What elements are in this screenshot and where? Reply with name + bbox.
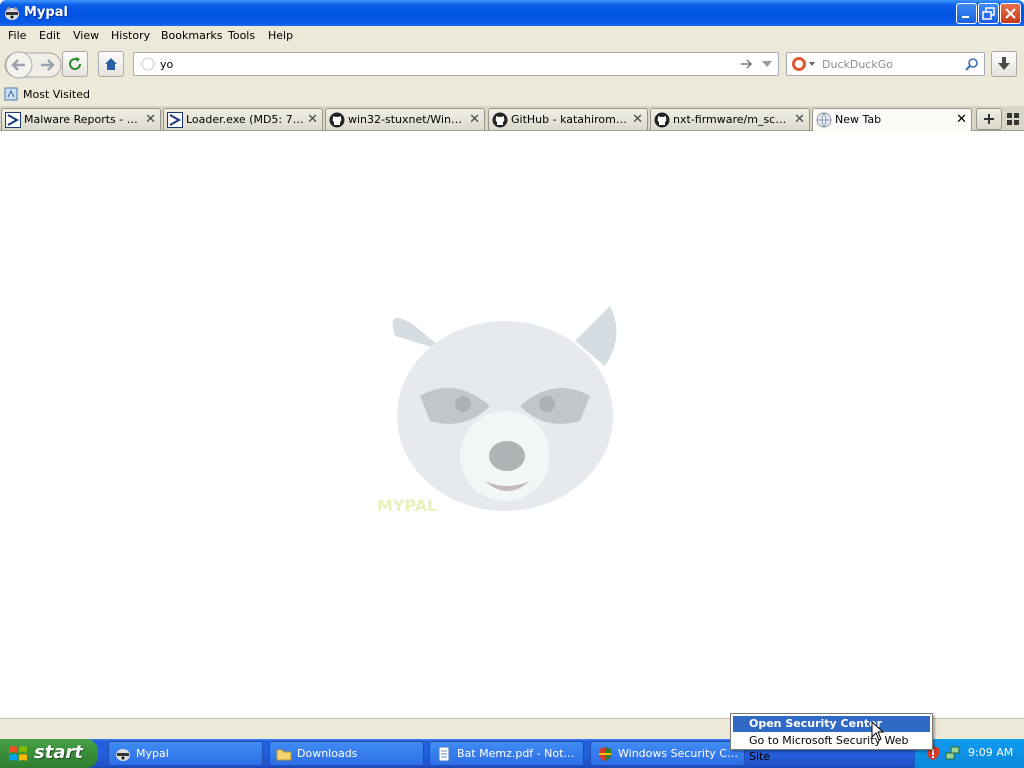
title-bar[interactable]: Mypal xyxy=(0,0,1024,26)
menu-history[interactable]: History xyxy=(111,29,150,42)
tab-close-icon[interactable]: ✕ xyxy=(632,112,643,127)
navigation-toolbar: yo DuckDuckGo xyxy=(0,46,1024,84)
back-forward-group xyxy=(4,50,62,79)
globe-icon xyxy=(816,112,832,128)
notepad-icon xyxy=(438,746,450,762)
most-visited-icon xyxy=(4,87,18,101)
mouse-cursor-icon xyxy=(871,721,885,741)
raccoon-icon xyxy=(116,749,130,761)
restore-icon xyxy=(982,7,995,20)
network-icon[interactable] xyxy=(945,745,961,761)
menu-help[interactable]: Help xyxy=(268,29,293,42)
mypal-raccoon-logo: MYPAL xyxy=(377,306,617,515)
menu-bar: File Edit View History Bookmarks Tools H… xyxy=(0,26,1024,46)
reload-icon xyxy=(69,57,82,70)
duckduckgo-icon[interactable] xyxy=(791,56,807,72)
new-tab-button[interactable] xyxy=(976,108,1002,130)
restore-button[interactable] xyxy=(978,3,999,24)
tab-close-icon[interactable]: ✕ xyxy=(794,112,805,127)
tray-context-menu: Open Security Center Go to Microsoft Sec… xyxy=(730,713,933,763)
url-bar[interactable]: yo xyxy=(133,52,779,76)
plus-icon xyxy=(984,114,994,124)
minimize-icon xyxy=(962,16,969,18)
tab-github-katahiromz[interactable]: GitHub - katahiromz/Si... ✕ xyxy=(488,108,648,130)
history-dropdown-icon[interactable] xyxy=(762,61,772,67)
search-bar[interactable]: DuckDuckGo xyxy=(786,52,985,76)
search-input[interactable]: DuckDuckGo xyxy=(822,58,893,71)
raccoon-icon xyxy=(5,6,19,20)
github-icon xyxy=(654,112,670,128)
home-icon xyxy=(105,58,117,70)
tab-label: GitHub - katahiromz/Si... xyxy=(511,113,629,126)
tab-label: Loader.exe (MD5: 773... xyxy=(186,113,304,126)
windows-logo-icon xyxy=(9,746,27,761)
tab-close-icon[interactable]: ✕ xyxy=(956,112,967,127)
taskbar-item-label: Bat Memz.pdf - Note... xyxy=(457,747,579,760)
url-input[interactable]: yo xyxy=(160,58,173,71)
start-button[interactable]: start xyxy=(0,739,98,768)
folder-icon xyxy=(276,749,292,761)
tab-new-tab[interactable]: New Tab ✕ xyxy=(812,108,972,131)
github-icon xyxy=(492,112,508,128)
taskbar-item-label: Mypal xyxy=(136,747,169,760)
page-content[interactable]: MYPAL xyxy=(0,131,1024,718)
search-icon[interactable] xyxy=(965,57,979,71)
virustotal-icon xyxy=(167,112,183,128)
taskbar-item-label: Downloads xyxy=(297,747,358,760)
tab-close-icon[interactable]: ✕ xyxy=(307,112,318,127)
menu-go-to-security-site[interactable]: Go to Microsoft Security Web Site xyxy=(733,733,930,763)
menu-file[interactable]: File xyxy=(8,29,26,42)
taskbar-item-mypal[interactable]: Mypal xyxy=(108,741,263,766)
menu-bookmarks[interactable]: Bookmarks xyxy=(161,29,222,42)
shield-icon xyxy=(599,747,611,761)
reload-button[interactable] xyxy=(62,51,88,77)
list-all-tabs-icon[interactable] xyxy=(1006,112,1020,126)
github-icon xyxy=(329,112,345,128)
tab-label: nxt-firmware/m_sched... xyxy=(673,113,791,126)
menu-view[interactable]: View xyxy=(73,29,99,42)
tab-close-icon[interactable]: ✕ xyxy=(145,112,156,127)
tab-label: win32-stuxnet/Win32... xyxy=(348,113,466,126)
home-button[interactable] xyxy=(98,51,124,77)
tab-label: New Tab xyxy=(835,113,882,126)
bookmark-most-visited[interactable]: Most Visited xyxy=(4,87,90,101)
tab-strip: Malware Reports - Onli... ✕ Loader.exe (… xyxy=(0,106,1024,131)
tab-nxt-firmware[interactable]: nxt-firmware/m_sched... ✕ xyxy=(650,108,810,130)
close-button[interactable] xyxy=(1000,3,1021,24)
page-identity-icon xyxy=(141,57,155,71)
tab-label: Malware Reports - Onli... xyxy=(24,113,142,126)
bookmarks-toolbar: Most Visited xyxy=(0,84,1024,106)
menu-open-security-center[interactable]: Open Security Center xyxy=(733,716,930,732)
clock[interactable]: 9:09 AM xyxy=(968,746,1013,759)
virustotal-icon xyxy=(5,112,21,128)
taskbar-item-notepad[interactable]: Bat Memz.pdf - Note... xyxy=(429,741,584,766)
menu-edit[interactable]: Edit xyxy=(39,29,60,42)
tab-loader-exe[interactable]: Loader.exe (MD5: 773... ✕ xyxy=(163,108,323,130)
taskbar-item-security-center[interactable]: Windows Security Ce... xyxy=(590,741,745,766)
minimize-button[interactable] xyxy=(956,3,977,24)
menu-tools[interactable]: Tools xyxy=(228,29,255,42)
tab-malware-reports[interactable]: Malware Reports - Onli... ✕ xyxy=(1,108,161,130)
download-icon xyxy=(998,57,1010,70)
close-icon xyxy=(1005,8,1016,19)
go-arrow-icon[interactable] xyxy=(740,58,754,70)
engine-dropdown-icon[interactable] xyxy=(809,62,815,66)
tab-win32-stuxnet[interactable]: win32-stuxnet/Win32... ✕ xyxy=(325,108,485,130)
bookmark-label: Most Visited xyxy=(23,87,90,101)
start-label: start xyxy=(34,742,83,763)
downloads-button[interactable] xyxy=(991,51,1017,77)
tab-close-icon[interactable]: ✕ xyxy=(469,112,480,127)
taskbar-item-downloads[interactable]: Downloads xyxy=(269,741,424,766)
taskbar-item-label: Windows Security Ce... xyxy=(618,747,740,760)
mypal-logo-text: MYPAL xyxy=(377,496,437,515)
window-title: Mypal xyxy=(24,5,68,20)
